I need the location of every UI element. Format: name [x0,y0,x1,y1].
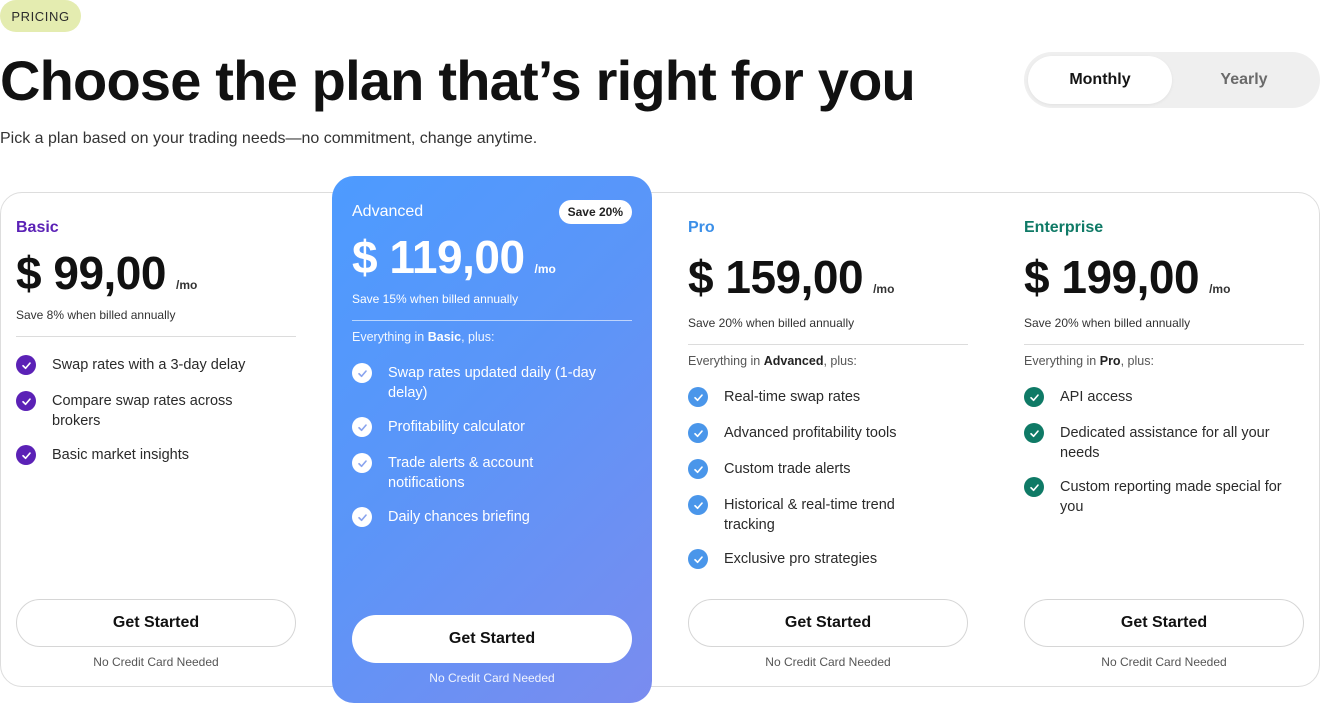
save-badge: Save 20% [558,200,632,224]
check-icon [1024,423,1044,443]
plan-name: Advanced [352,203,424,220]
check-icon [16,445,36,465]
check-icon [688,495,708,515]
feature-item: Exclusive pro strategies [688,549,968,569]
feature-item: Custom reporting made special for you [1024,477,1304,517]
inherits-note: Everything in Pro, plus: [1024,354,1154,368]
billing-option-monthly[interactable]: Monthly [1028,56,1172,104]
get-started-button-enterprise[interactable]: Get Started [1024,599,1304,647]
inherits-note: Everything in Advanced, plus: [688,354,857,368]
plan-price: $ 199,00 [1024,251,1200,303]
no-credit-card-note: No Credit Card Needed [1101,655,1227,669]
feature-item: Swap rates with a 3-day delay [16,355,296,375]
get-started-button-advanced[interactable]: Get Started [352,615,632,663]
check-icon [352,453,372,473]
plan-price: $ 159,00 [688,251,864,303]
annual-savings-note: Save 8% when billed annually [16,308,176,322]
feature-item: Swap rates updated daily (1-day delay) [352,363,632,403]
page-subtitle: Pick a plan based on your trading needs—… [0,130,538,147]
billing-toggle: Monthly Yearly [1024,52,1320,108]
divider [16,336,296,337]
feature-list: Swap rates with a 3-day delay Compare sw… [16,355,296,465]
feature-list: API access Dedicated assistance for all … [1024,387,1304,517]
no-credit-card-note: No Credit Card Needed [429,671,555,685]
feature-item: Historical & real-time trend tracking [688,495,968,535]
feature-item: Custom trade alerts [688,459,968,479]
get-started-button-basic[interactable]: Get Started [16,599,296,647]
feature-list: Real-time swap rates Advanced profitabil… [688,387,968,569]
check-icon [688,459,708,479]
plan-card-basic: Basic $ 99,00 /mo Save 8% when billed an… [16,192,296,687]
feature-item: Dedicated assistance for all your needs [1024,423,1304,463]
divider [1024,344,1304,345]
annual-savings-note: Save 20% when billed annually [688,316,855,330]
price-period: /mo [534,262,556,276]
get-started-button-pro[interactable]: Get Started [688,599,968,647]
no-credit-card-note: No Credit Card Needed [765,655,891,669]
no-credit-card-note: No Credit Card Needed [93,655,219,669]
check-icon [352,507,372,527]
price-period: /mo [873,282,895,296]
plan-name: Basic [16,219,59,236]
check-icon [352,417,372,437]
check-icon [688,549,708,569]
plan-card-pro: Pro $ 159,00 /mo Save 20% when billed an… [688,192,968,687]
feature-item: Advanced profitability tools [688,423,968,443]
pricing-tag: PRICING [0,0,81,32]
feature-item: Compare swap rates across brokers [16,391,296,431]
plan-name: Enterprise [1024,219,1104,236]
feature-list: Swap rates updated daily (1-day delay) P… [352,363,632,527]
feature-item: API access [1024,387,1304,407]
price-period: /mo [1209,282,1231,296]
plan-price: $ 99,00 [16,247,166,299]
check-icon [688,423,708,443]
check-icon [352,363,372,383]
feature-item: Real-time swap rates [688,387,968,407]
page-title: Choose the plan that’s right for you [0,49,916,112]
feature-item: Profitability calculator [352,417,632,437]
plan-price: $ 119,00 [352,231,525,283]
plan-card-enterprise: Enterprise $ 199,00 /mo Save 20% when bi… [1024,192,1304,687]
check-icon [16,391,36,411]
feature-item: Daily chances briefing [352,507,632,527]
check-icon [1024,387,1044,407]
feature-item: Basic market insights [16,445,296,465]
billing-option-yearly[interactable]: Yearly [1172,56,1316,104]
annual-savings-note: Save 15% when billed annually [352,292,519,306]
price-period: /mo [175,278,198,292]
inherits-note: Everything in Basic, plus: [352,330,495,344]
plan-name: Pro [688,219,715,236]
annual-savings-note: Save 20% when billed annually [1024,316,1191,330]
feature-item: Trade alerts & account notifications [352,453,632,493]
plan-card-advanced: Advanced Save 20% $ 119,00 /mo Save 15% … [332,176,652,703]
divider [688,344,968,345]
check-icon [688,387,708,407]
divider [352,320,632,321]
check-icon [16,355,36,375]
check-icon [1024,477,1044,497]
